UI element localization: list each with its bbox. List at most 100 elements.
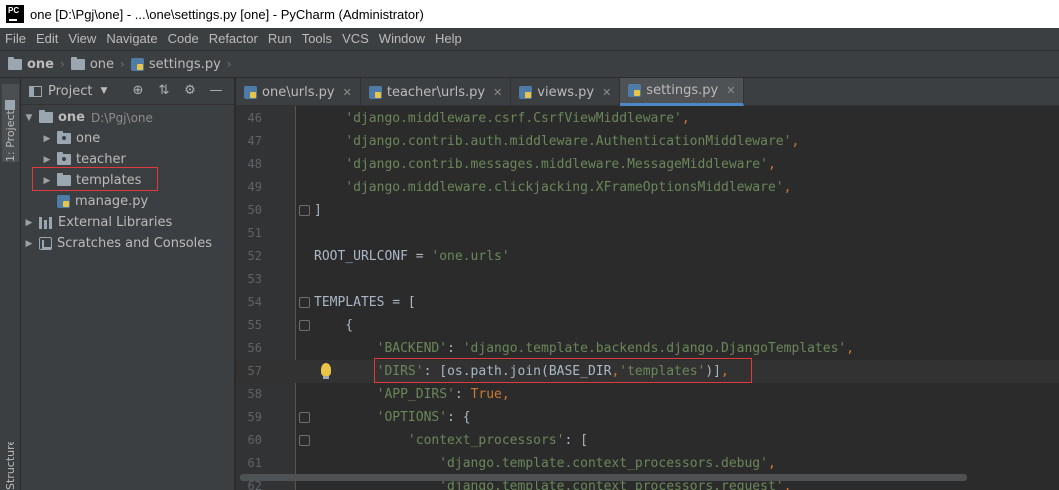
structure-tool-tab[interactable]: Structure — [2, 442, 19, 490]
menu-vcs[interactable]: VCS — [337, 28, 374, 50]
line-number: 53 — [247, 272, 262, 286]
menu-view[interactable]: View — [63, 28, 101, 50]
code-line[interactable]: 49 'django.middleware.clickjacking.XFram… — [236, 176, 1059, 199]
code-line[interactable]: 57 'DIRS': [os.path.join(BASE_DIR,'templ… — [236, 360, 1059, 383]
line-number: 59 — [247, 410, 262, 424]
menu-code[interactable]: Code — [163, 28, 204, 50]
fold-marker-icon[interactable] — [299, 320, 310, 331]
collapse-arrow-icon[interactable]: ▶ — [41, 155, 53, 165]
menu-file[interactable]: File — [0, 28, 31, 50]
code-line[interactable]: 55 { — [236, 314, 1059, 337]
line-number: 56 — [247, 341, 262, 355]
caret-down-icon[interactable]: ▼ — [100, 86, 107, 96]
code-text: 'OPTIONS': { — [376, 410, 471, 425]
folder-icon — [57, 173, 71, 186]
tab-views[interactable]: views.py ✕ — [511, 78, 621, 106]
project-tool-icon — [5, 100, 16, 111]
code-text: 'django.contrib.auth.middleware.Authenti… — [345, 134, 800, 149]
folder-icon — [39, 110, 53, 123]
code-text: TEMPLATES = [ — [314, 295, 416, 310]
code-editor[interactable]: 46 'django.middleware.csrf.CsrfViewMiddl… — [236, 106, 1059, 490]
code-line[interactable]: 48 'django.contrib.messages.middleware.M… — [236, 153, 1059, 176]
menu-help[interactable]: Help — [430, 28, 467, 50]
collapse-arrow-icon[interactable]: ▶ — [41, 176, 53, 186]
project-view-selector[interactable]: Project — [48, 84, 92, 99]
tab-one-urls[interactable]: one\urls.py ✕ — [236, 78, 361, 106]
window-title: one [D:\Pgj\one] - ...\one\settings.py [… — [30, 6, 424, 22]
collapse-arrow-icon[interactable]: ▶ — [23, 218, 35, 228]
tab-teacher-urls[interactable]: teacher\urls.py ✕ — [361, 78, 512, 106]
line-number: 46 — [247, 111, 262, 125]
line-number: 57 — [247, 364, 262, 378]
menu-navigate[interactable]: Navigate — [101, 28, 162, 50]
breadcrumb-package[interactable]: one — [70, 56, 114, 72]
fold-marker-icon[interactable] — [299, 205, 310, 216]
code-text: 'django.template.context_processors.debu… — [439, 456, 776, 471]
code-line[interactable]: 54 TEMPLATES = [ — [236, 291, 1059, 314]
close-icon[interactable]: ✕ — [726, 84, 735, 97]
project-tool-tab[interactable]: 1: Project — [2, 84, 19, 162]
collapse-all-icon[interactable]: ⇅ — [156, 83, 172, 99]
breadcrumb-file[interactable]: settings.py — [130, 57, 221, 72]
python-file-icon — [57, 195, 70, 208]
expand-arrow-icon[interactable]: ▼ — [23, 113, 35, 123]
python-file-icon — [628, 84, 642, 97]
fold-marker-icon[interactable] — [299, 412, 310, 423]
breadcrumb: one › one › settings.py › — [0, 50, 1059, 78]
breadcrumb-project[interactable]: one — [8, 56, 54, 72]
horizontal-scrollbar[interactable] — [240, 474, 967, 481]
tree-item-teacher[interactable]: ▶ teacher — [21, 149, 234, 170]
tree-item-templates[interactable]: ▶ templates — [21, 170, 234, 191]
code-line[interactable]: 60 'context_processors': [ — [236, 429, 1059, 452]
line-number: 58 — [247, 387, 262, 401]
code-line[interactable]: 56 'BACKEND': 'django.template.backends.… — [236, 337, 1059, 360]
code-line[interactable]: 61 'django.template.context_processors.d… — [236, 452, 1059, 475]
menu-tools[interactable]: Tools — [297, 28, 337, 50]
code-line[interactable]: 47 'django.contrib.auth.middleware.Authe… — [236, 130, 1059, 153]
locate-target-icon[interactable]: ⊕ — [130, 83, 146, 99]
code-line[interactable]: 59 'OPTIONS': { — [236, 406, 1059, 429]
chevron-right-icon: › — [226, 57, 232, 71]
close-icon[interactable]: ✕ — [343, 86, 352, 99]
menu-refactor[interactable]: Refactor — [204, 28, 263, 50]
code-text: { — [314, 318, 354, 333]
code-line[interactable]: 53 — [236, 268, 1059, 291]
line-number: 50 — [247, 203, 262, 217]
line-number: 54 — [247, 295, 262, 309]
tree-item-scratches[interactable]: ▶ Scratches and Consoles — [21, 233, 234, 254]
code-line[interactable]: 58 'APP_DIRS': True, — [236, 383, 1059, 406]
line-number: 60 — [247, 433, 262, 447]
fold-marker-icon[interactable] — [299, 435, 310, 446]
code-line[interactable]: 51 — [236, 222, 1059, 245]
line-number: 49 — [247, 180, 262, 194]
close-icon[interactable]: ✕ — [493, 86, 502, 99]
line-number: 48 — [247, 157, 262, 171]
code-line[interactable]: 46 'django.middleware.csrf.CsrfViewMiddl… — [236, 107, 1059, 130]
tab-settings[interactable]: settings.py ✕ — [620, 78, 745, 106]
code-text: 'APP_DIRS': True, — [376, 387, 510, 402]
fold-marker-icon[interactable] — [299, 297, 310, 308]
tree-item-one-package[interactable]: ▶ one — [21, 128, 234, 149]
left-tool-strip: 1: Project Structure — [0, 78, 21, 490]
code-text: 'DIRS': [os.path.join(BASE_DIR,'template… — [376, 364, 729, 379]
package-folder-icon — [57, 131, 71, 144]
line-number: 61 — [247, 456, 262, 470]
collapse-arrow-icon[interactable]: ▶ — [41, 134, 53, 144]
tree-item-one-root[interactable]: ▼ one D:\Pgj\one — [21, 107, 234, 128]
collapse-arrow-icon[interactable]: ▶ — [23, 239, 35, 249]
project-view-icon — [29, 85, 42, 97]
tree-item-manage-py[interactable]: manage.py — [21, 191, 234, 212]
menu-window[interactable]: Window — [374, 28, 430, 50]
close-icon[interactable]: ✕ — [602, 86, 611, 99]
python-file-icon — [519, 85, 533, 99]
package-folder-icon — [57, 152, 71, 165]
tree-item-external-libraries[interactable]: ▶ External Libraries — [21, 212, 234, 233]
code-line[interactable]: 50] — [236, 199, 1059, 222]
menu-run[interactable]: Run — [263, 28, 297, 50]
chevron-right-icon: › — [60, 57, 65, 71]
code-line[interactable]: 52 ROOT_URLCONF = 'one.urls' — [236, 245, 1059, 268]
hide-panel-icon[interactable]: — — [208, 83, 224, 99]
title-bar: PC one [D:\Pgj\one] - ...\one\settings.p… — [0, 0, 1059, 28]
gear-icon[interactable]: ⚙ — [182, 83, 198, 99]
menu-edit[interactable]: Edit — [31, 28, 63, 50]
